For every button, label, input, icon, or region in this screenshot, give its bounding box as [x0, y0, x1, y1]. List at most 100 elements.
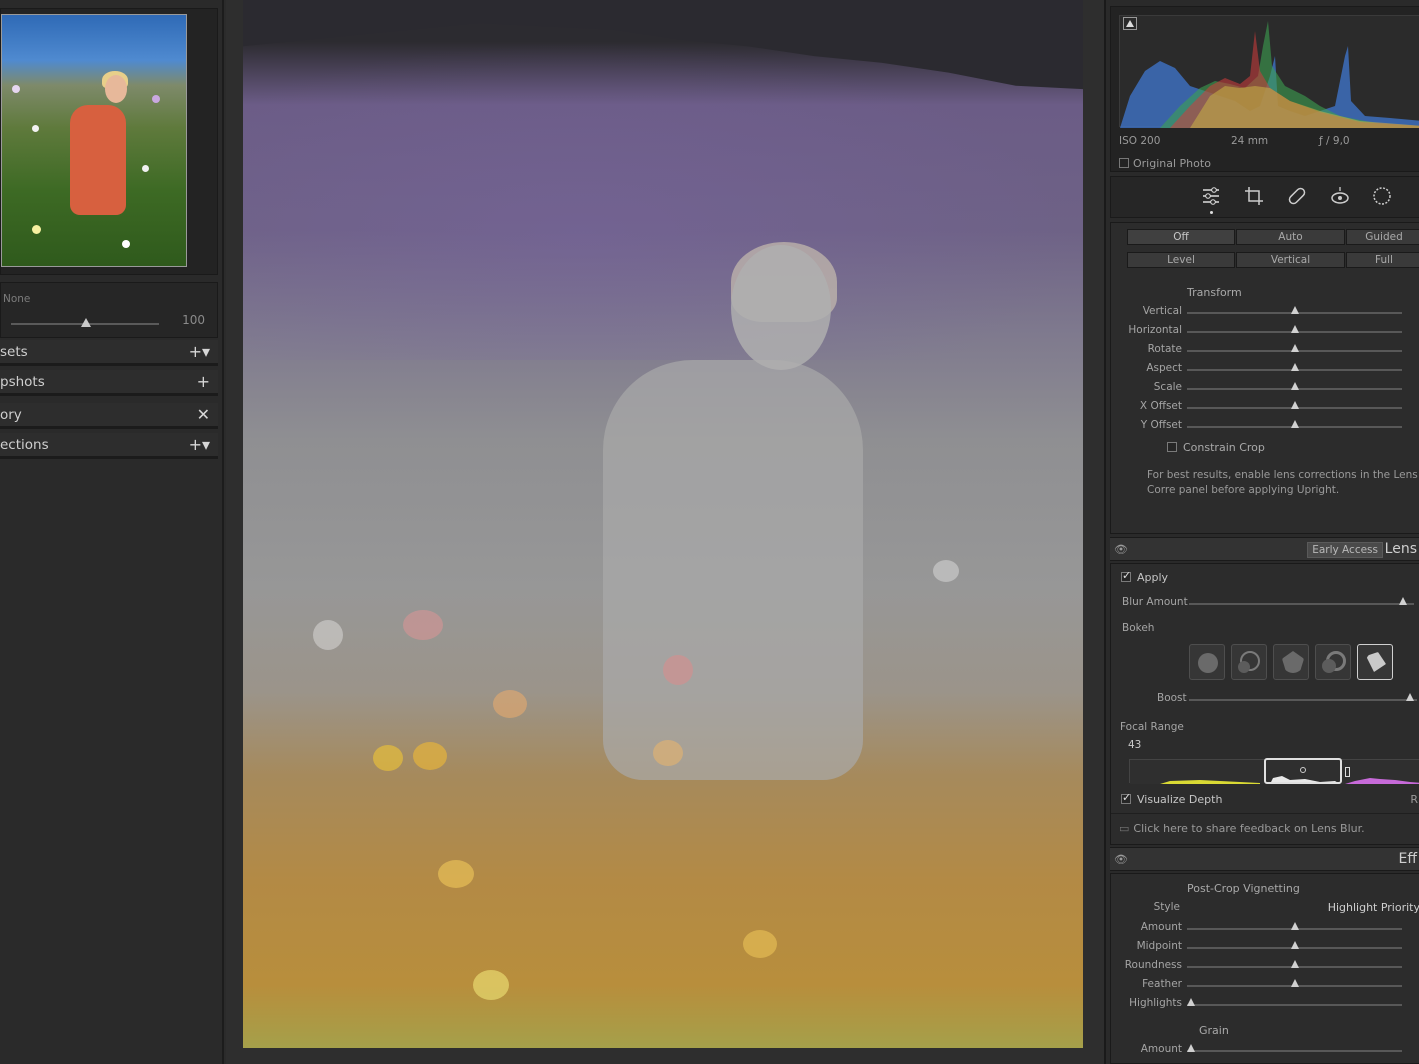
slider-label: Scale	[1153, 381, 1182, 393]
slider-knob[interactable]	[1290, 306, 1299, 314]
visualize-depth-checkbox[interactable]	[1121, 791, 1131, 804]
presets-section-header[interactable]: sets +▾	[0, 340, 218, 366]
bokeh-bubble-button[interactable]	[1231, 644, 1267, 680]
add-preset-icon[interactable]: +▾	[189, 342, 210, 361]
slider-knob[interactable]	[1187, 998, 1196, 1006]
slider-knob[interactable]	[1290, 401, 1299, 409]
slider-feather[interactable]: Feather	[1111, 978, 1419, 992]
slider-label: Roundness	[1124, 959, 1182, 971]
history-section-header[interactable]: ory ✕	[0, 403, 218, 429]
blur-amount-knob[interactable]	[1398, 597, 1407, 605]
red-eye-icon[interactable]	[1329, 185, 1351, 207]
exif-aperture: ƒ / 9,0	[1319, 135, 1350, 147]
upright-guided-button[interactable]: Guided	[1346, 229, 1419, 245]
crop-icon[interactable]	[1243, 185, 1265, 207]
slider-knob[interactable]	[1290, 420, 1299, 428]
constrain-crop-toggle[interactable]: Constrain Crop	[1167, 441, 1265, 454]
section-title: ections	[0, 437, 49, 453]
lens-blur-panel: Apply Blur Amount Bokeh Boost Focal Rang…	[1110, 563, 1419, 845]
develop-toolstrip	[1110, 176, 1419, 218]
slider-midpoint[interactable]: Midpoint	[1111, 940, 1419, 954]
snapshots-section-header[interactable]: pshots +	[0, 370, 218, 396]
slider-knob[interactable]	[1290, 960, 1299, 968]
photo-depth-preview[interactable]	[243, 0, 1083, 1048]
slider-label: Y Offset	[1140, 419, 1182, 431]
collections-section-header[interactable]: ections +▾	[0, 433, 218, 459]
bokeh-circle-button[interactable]	[1189, 644, 1225, 680]
vignette-style-dropdown[interactable]: Highlight Priority	[1328, 901, 1419, 914]
focal-range-handle[interactable]	[1345, 767, 1350, 777]
slider-knob[interactable]	[1290, 979, 1299, 987]
apply-checkbox[interactable]	[1121, 569, 1131, 582]
slider-rotate[interactable]: Rotate	[1111, 343, 1419, 357]
original-photo-toggle[interactable]: Original Photo	[1119, 157, 1211, 170]
add-collection-icon[interactable]: +▾	[189, 435, 210, 454]
grain-amount-slider[interactable]: Amount	[1111, 1043, 1419, 1057]
original-photo-checkbox[interactable]	[1119, 158, 1129, 168]
upright-hint-text: For best results, enable lens correction…	[1147, 469, 1418, 496]
slider-highlights[interactable]: Highlights	[1111, 997, 1419, 1011]
slider-y-offset[interactable]: Y Offset	[1111, 419, 1419, 433]
apply-label: Apply	[1137, 571, 1169, 584]
slider-knob[interactable]	[1187, 1044, 1196, 1052]
transform-panel: Off Auto Guided Level Vertical Full Tran…	[1110, 222, 1419, 534]
visualize-depth-right-label: R	[1410, 793, 1418, 806]
boost-track[interactable]	[1189, 699, 1417, 701]
navigator-panel	[0, 8, 218, 275]
focal-range-selector[interactable]	[1264, 758, 1342, 784]
zoom-slider-knob[interactable]	[81, 318, 91, 327]
slider-vertical[interactable]: Vertical	[1111, 305, 1419, 319]
chat-bubble-icon: ▭	[1119, 822, 1130, 835]
eye-icon[interactable]: 👁	[1114, 853, 1128, 866]
slider-knob[interactable]	[1290, 382, 1299, 390]
bokeh-ring-button[interactable]	[1315, 644, 1351, 680]
bokeh-blade-button[interactable]	[1273, 644, 1309, 680]
slider-knob[interactable]	[1290, 941, 1299, 949]
slider-track[interactable]	[1187, 1004, 1402, 1006]
slider-knob[interactable]	[1290, 325, 1299, 333]
visualize-depth-toggle[interactable]: Visualize Depth	[1121, 791, 1223, 806]
slider-amount[interactable]: Amount	[1111, 921, 1419, 935]
focal-range-label: Focal Range	[1120, 721, 1184, 733]
slider-x-offset[interactable]: X Offset	[1111, 400, 1419, 414]
eye-icon[interactable]: 👁	[1114, 543, 1128, 556]
slider-track[interactable]	[1187, 1050, 1402, 1052]
clear-history-icon[interactable]: ✕	[197, 405, 210, 424]
slider-aspect[interactable]: Aspect	[1111, 362, 1419, 376]
boost-label: Boost	[1157, 692, 1187, 704]
masking-icon[interactable]	[1371, 185, 1393, 207]
section-title: pshots	[0, 374, 45, 390]
histogram-graph[interactable]	[1119, 15, 1419, 128]
slider-knob[interactable]	[1290, 363, 1299, 371]
slider-label: Amount	[1140, 921, 1182, 933]
blur-amount-track[interactable]	[1189, 603, 1414, 605]
lens-blur-header[interactable]: 👁 Early Access Lens	[1110, 537, 1419, 561]
upright-auto-button[interactable]: Auto	[1236, 229, 1345, 245]
boost-knob[interactable]	[1406, 693, 1415, 701]
slider-label: Highlights	[1129, 997, 1182, 1009]
slider-scale[interactable]: Scale	[1111, 381, 1419, 395]
right-panel: ISO 200 24 mm ƒ / 9,0 Original Photo Off…	[1104, 0, 1419, 1064]
edit-sliders-icon[interactable]	[1200, 185, 1222, 207]
constrain-crop-checkbox[interactable]	[1167, 442, 1177, 452]
apply-toggle[interactable]: Apply	[1121, 569, 1169, 584]
upright-vertical-button[interactable]: Vertical	[1236, 252, 1345, 268]
zoom-value: 100	[182, 313, 205, 327]
visualize-depth-label: Visualize Depth	[1137, 793, 1223, 806]
slider-roundness[interactable]: Roundness	[1111, 959, 1419, 973]
bokeh-cat-eye-button[interactable]	[1357, 644, 1393, 680]
slider-knob[interactable]	[1290, 922, 1299, 930]
upright-level-button[interactable]: Level	[1127, 252, 1235, 268]
navigator-thumbnail[interactable]	[1, 14, 187, 267]
feedback-link[interactable]: ▭ Click here to share feedback on Lens Bl…	[1119, 822, 1365, 835]
exif-focal-length: 24 mm	[1231, 135, 1269, 147]
slider-knob[interactable]	[1290, 344, 1299, 352]
shadow-clipping-toggle-icon[interactable]	[1123, 17, 1137, 30]
upright-full-button[interactable]: Full	[1346, 252, 1419, 268]
slider-label: Feather	[1142, 978, 1182, 990]
effects-header[interactable]: 👁 Eff	[1110, 847, 1419, 871]
upright-off-button[interactable]: Off	[1127, 229, 1235, 245]
add-snapshot-icon[interactable]: +	[197, 372, 210, 391]
healing-icon[interactable]	[1286, 185, 1308, 207]
slider-horizontal[interactable]: Horizontal	[1111, 324, 1419, 338]
